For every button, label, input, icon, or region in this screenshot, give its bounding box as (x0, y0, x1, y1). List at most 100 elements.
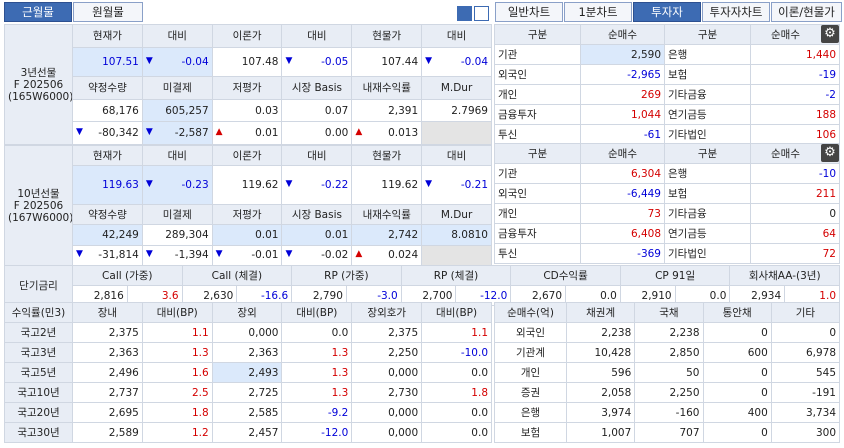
bond-change: 1.2 (141, 422, 213, 443)
header-net-buy: 순매수 (580, 24, 665, 45)
investor-name: 투신 (494, 243, 581, 264)
header-change-bp: 대비(BP) (141, 302, 213, 323)
investor-name: 금융투자 (494, 104, 581, 125)
net-value: 0 (702, 422, 772, 443)
tab-1min-chart[interactable]: 1분차트 (564, 2, 632, 22)
investor-value: -10 (750, 163, 840, 184)
header-otc: 장외 (211, 302, 283, 323)
tab-far-month[interactable]: 원월물 (73, 2, 143, 22)
header-spot-price: 현물가 (351, 24, 423, 48)
tab-general-chart[interactable]: 일반차트 (495, 2, 563, 22)
investor-value: 1,440 (750, 44, 840, 65)
header-change: 대비 (281, 144, 353, 167)
investor-value: 106 (750, 124, 840, 145)
investor-value: 1,044 (580, 104, 665, 125)
tab-near-month[interactable]: 근월물 (4, 2, 72, 22)
investor-value: 0 (750, 203, 840, 224)
header-yield: 수익률(민3) (4, 302, 73, 323)
value-change: -0.21 (421, 165, 492, 205)
header-current-price: 현재가 (72, 24, 143, 48)
net-value: 300 (770, 422, 841, 443)
net-value: 10,428 (565, 342, 636, 363)
header-theory-price: 이론가 (211, 24, 283, 48)
bond-change: 1.6 (141, 362, 213, 383)
net-value: 0 (702, 362, 772, 383)
net-value: 400 (702, 402, 772, 423)
header-undervalue: 저평가 (211, 76, 283, 100)
investor-name: 개인 (494, 203, 581, 224)
investor-name: 기타금융 (664, 203, 751, 224)
bond-change: 0.0 (421, 422, 492, 443)
header-change: 대비 (141, 24, 213, 48)
value-mdur-change (421, 121, 492, 145)
investor-value: -19 (750, 64, 840, 85)
value-open-interest: 605,257 (141, 98, 213, 123)
investor-value: -2,965 (580, 64, 665, 85)
header-treasury: 국채 (634, 302, 704, 323)
header-rp-trade: RP (체결) (400, 265, 512, 286)
futures-3y-table: 3년선물 F 202506 (165W6000) 현재가 대비 이론가 대비 현… (4, 24, 492, 145)
investor-name: 기타법인 (664, 243, 751, 264)
bond-net-buy-table: 순매수(억) 채권계 국채 통안채 기타 외국인 2,238 2,238 0 0 기관계… (494, 302, 841, 443)
header-call-trade: Call (체결) (181, 265, 293, 286)
investor-name: 기관 (494, 44, 581, 65)
header-undervalue: 저평가 (211, 203, 283, 226)
bond-value: 2,363 (211, 342, 283, 363)
tab-investor[interactable]: 투자자 (633, 2, 701, 22)
net-value: 2,850 (634, 342, 704, 363)
value-oi-change: -1,394 (141, 244, 213, 267)
net-value: 0 (770, 322, 841, 343)
header-change: 대비 (281, 24, 353, 48)
layout-icon[interactable] (457, 6, 472, 21)
tab-investor-chart[interactable]: 투자자차트 (702, 2, 770, 22)
bond-value: 2,585 (211, 402, 283, 423)
net-value: 0 (702, 322, 772, 343)
split-view-icon[interactable] (474, 6, 489, 21)
header-open-interest: 미결제 (141, 76, 213, 100)
bond-name: 국고5년 (4, 362, 73, 383)
gear-icon[interactable]: ⚙ (821, 25, 839, 43)
investor-name: 연기금등 (664, 104, 751, 125)
value-oi-change: -2,587 (141, 121, 213, 145)
header-spot-price: 현물가 (351, 144, 423, 167)
net-value: 0 (702, 382, 772, 403)
futures-10y-table: 10년선물 F 202506 (167W6000) 현재가 대비 이론가 대비 … (4, 144, 492, 267)
net-value: 2,238 (565, 322, 636, 343)
header-open-interest: 미결제 (141, 203, 213, 226)
bond-value: 2,725 (211, 382, 283, 403)
value-market-basis: 0.07 (281, 98, 353, 123)
short-term-rates-table: 단기금리 Call (가중) Call (체결) RP (가중) RP (체결)… (4, 265, 840, 306)
value-basis-change: 0.00 (281, 121, 353, 145)
bond-value: 2,589 (72, 422, 143, 443)
bond-change: 1.3 (281, 362, 353, 383)
bond-value: 2,375 (351, 322, 423, 343)
bond-name: 국고2년 (4, 322, 73, 343)
header-volume: 약정수량 (72, 203, 143, 226)
value-volume-change: -80,342 (72, 121, 143, 145)
net-value: 2,058 (565, 382, 636, 403)
bond-change: 1.8 (141, 402, 213, 423)
bond-change: 1.8 (421, 382, 492, 403)
gear-icon[interactable]: ⚙ (821, 144, 839, 162)
bond-value: 0,000 (351, 362, 423, 383)
value-change: -0.23 (141, 165, 213, 205)
bond-change: -10.0 (421, 342, 492, 363)
header-mdur: M.Dur (421, 203, 492, 226)
header-corp-bond-aa: 회사채AA-(3년) (729, 265, 840, 286)
header-msb: 통안채 (702, 302, 772, 323)
header-change: 대비 (141, 144, 213, 167)
tab-theory-spot[interactable]: 이론/현물가 (771, 2, 842, 22)
bond-name: 국고30년 (4, 422, 73, 443)
net-value: 707 (634, 422, 704, 443)
value-change: -0.05 (281, 46, 353, 78)
bond-value: 2,250 (351, 342, 423, 363)
net-value: 600 (702, 342, 772, 363)
header-otc-quote: 장외호가 (351, 302, 423, 323)
investor-value: -2 (750, 84, 840, 105)
investor-name: 은행 (494, 402, 567, 423)
value-undervalue-change: 0.01 (211, 121, 283, 145)
bond-name: 국고10년 (4, 382, 73, 403)
header-theory-price: 이론가 (211, 144, 283, 167)
value-change: -0.04 (421, 46, 492, 78)
investor-name: 개인 (494, 362, 567, 383)
